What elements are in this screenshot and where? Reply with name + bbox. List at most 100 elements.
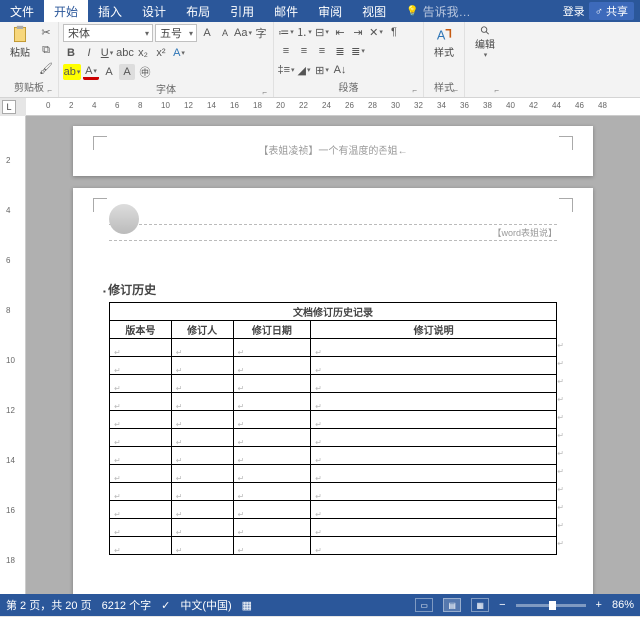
numbering-icon[interactable]: ⒈	[296, 24, 312, 40]
zoom-in-button[interactable]: +	[596, 599, 602, 611]
print-layout-icon[interactable]: ▤	[443, 598, 461, 612]
zoom-value[interactable]: 86%	[612, 599, 634, 611]
table-row: ↵	[110, 375, 557, 393]
shrink-font-icon[interactable]: A	[217, 25, 233, 41]
table-row: ↵	[110, 537, 557, 555]
tab-insert[interactable]: 插入	[88, 0, 132, 22]
group-font: 宋体 五号 A A Aa 字 B I U abc x₂ x² A ab A A …	[59, 22, 274, 97]
justify-icon[interactable]: ≣	[332, 43, 348, 59]
tab-home[interactable]: 开始	[44, 0, 88, 22]
copy-icon[interactable]: ⧉	[38, 42, 54, 58]
strikethrough-icon[interactable]: abc	[117, 45, 133, 61]
word-count[interactable]: 6212 个字	[102, 597, 152, 613]
group-editing: 编辑	[465, 22, 505, 97]
table-row: ↵	[110, 393, 557, 411]
ruler-vertical[interactable]: 24681012141618	[0, 116, 26, 594]
tab-design[interactable]: 设计	[132, 0, 176, 22]
page-2: 【word表姐说】 修订历史 文档修订历史记录版本号修订人修订日期修订说明↵↵↵…	[73, 188, 593, 594]
line-spacing-icon[interactable]: ‡≡	[278, 62, 294, 78]
font-size-select[interactable]: 五号	[155, 24, 197, 42]
tab-review[interactable]: 审阅	[308, 0, 352, 22]
proofing-icon[interactable]: ✓	[161, 599, 170, 612]
language-indicator[interactable]: 中文(中国)	[180, 597, 231, 613]
zoom-out-button[interactable]: −	[499, 599, 505, 611]
bullets-icon[interactable]: ≔	[278, 24, 294, 40]
tab-references[interactable]: 引用	[220, 0, 264, 22]
revision-table[interactable]: 文档修订历史记录版本号修订人修订日期修订说明↵↵↵↵↵↵↵↵↵↵↵↵	[109, 302, 557, 555]
tab-selector[interactable]: L	[2, 100, 16, 114]
table-row: ↵	[110, 429, 557, 447]
group-label-editing	[469, 93, 501, 95]
web-layout-icon[interactable]: ▦	[471, 598, 489, 612]
align-center-icon[interactable]: ≡	[296, 43, 312, 59]
text-effects-icon[interactable]: A	[171, 45, 187, 61]
zoom-slider[interactable]	[516, 604, 586, 607]
status-bar: 第 2 页，共 20 页 6212 个字 ✓ 中文(中国) ▦ ▭ ▤ ▦ − …	[0, 594, 640, 616]
read-mode-icon[interactable]: ▭	[415, 598, 433, 612]
underline-icon[interactable]: U	[99, 45, 115, 61]
font-name-select[interactable]: 宋体	[63, 24, 153, 42]
table-row: ↵	[110, 519, 557, 537]
tell-me[interactable]: 告诉我…	[396, 0, 563, 22]
align-left-icon[interactable]: ≡	[278, 43, 294, 59]
document-area[interactable]: 【表姐凌祯】一个有温度的존姐← 【word表姐说】 修订历史 文档修订历史记录版…	[26, 116, 640, 594]
login-link[interactable]: 登录	[563, 3, 585, 19]
table-row: ↵	[110, 411, 557, 429]
group-clipboard: 粘贴 ✂ ⧉ 🖌 剪贴板	[0, 22, 59, 97]
tab-layout[interactable]: 布局	[176, 0, 220, 22]
increase-indent-icon[interactable]: ⇥	[350, 24, 366, 40]
distribute-icon[interactable]: ≣	[350, 43, 366, 59]
italic-icon[interactable]: I	[81, 45, 97, 61]
change-case-icon[interactable]: Aa	[235, 25, 251, 41]
table-row: ↵	[110, 447, 557, 465]
char-border-icon[interactable]: A	[101, 64, 117, 80]
font-color-icon[interactable]: A	[83, 64, 99, 80]
superscript-icon[interactable]: x²	[153, 45, 169, 61]
multilevel-list-icon[interactable]: ⊟	[314, 24, 330, 40]
page-1-footer: 【表姐凌祯】一个有温度的존姐←	[73, 126, 593, 176]
menu-tabs: 文件 开始 插入 设计 布局 引用 邮件 审阅 视图 告诉我… 登录 ♂ 共享	[0, 0, 640, 22]
tab-mailings[interactable]: 邮件	[264, 0, 308, 22]
subscript-icon[interactable]: x₂	[135, 45, 151, 61]
phonetic-guide-icon[interactable]: 字	[253, 25, 269, 41]
borders-icon[interactable]: ⊞	[314, 62, 330, 78]
highlight-icon[interactable]: ab	[63, 64, 81, 80]
cut-icon[interactable]: ✂	[38, 24, 54, 40]
page-indicator[interactable]: 第 2 页，共 20 页	[6, 597, 92, 613]
char-shading-icon[interactable]: A	[119, 64, 135, 80]
styles-button[interactable]: A 样式	[428, 24, 460, 60]
tab-file[interactable]: 文件	[0, 0, 44, 22]
group-label-font: 字体	[63, 80, 269, 97]
editing-button[interactable]: 编辑	[469, 24, 501, 60]
format-painter-icon[interactable]: 🖌	[38, 60, 54, 76]
share-button[interactable]: ♂ 共享	[589, 2, 634, 20]
bold-icon[interactable]: B	[63, 45, 79, 61]
section-heading: 修订历史	[103, 281, 557, 298]
header-text: 【表姐凌祯】一个有温度的존姐←	[109, 142, 557, 157]
table-row: ↵	[110, 465, 557, 483]
shading-icon[interactable]: ◢	[296, 62, 312, 78]
header-break-label: 【word表姐说】	[109, 224, 557, 241]
group-styles: A 样式 样式	[424, 22, 465, 97]
group-label-clipboard: 剪贴板	[4, 78, 54, 95]
group-paragraph: ≔ ⒈ ⊟ ⇤ ⇥ ✕ ¶ ≡ ≡ ≡ ≣ ≣ ‡≡ ◢ ⊞ A↓ 段落	[274, 22, 424, 97]
group-label-paragraph: 段落	[278, 78, 419, 95]
enclose-char-icon[interactable]: ㊥	[137, 64, 153, 80]
macro-icon[interactable]: ▦	[242, 599, 252, 612]
group-label-styles: 样式	[428, 78, 460, 95]
table-row: ↵	[110, 339, 557, 357]
align-right-icon[interactable]: ≡	[314, 43, 330, 59]
ribbon: 粘贴 ✂ ⧉ 🖌 剪贴板 宋体 五号 A A Aa 字 B I U	[0, 22, 640, 98]
svg-text:A: A	[437, 28, 446, 42]
asian-layout-icon[interactable]: ✕	[368, 24, 384, 40]
table-row: ↵	[110, 357, 557, 375]
paste-button[interactable]: 粘贴	[4, 24, 36, 60]
table-row: ↵	[110, 501, 557, 519]
sort-icon[interactable]: A↓	[332, 62, 348, 78]
decrease-indent-icon[interactable]: ⇤	[332, 24, 348, 40]
tab-view[interactable]: 视图	[352, 0, 396, 22]
show-marks-icon[interactable]: ¶	[386, 24, 402, 40]
ruler-horizontal[interactable]: 0246810121416182022242628303234363840424…	[26, 98, 640, 116]
table-row: ↵	[110, 483, 557, 501]
grow-font-icon[interactable]: A	[199, 25, 215, 41]
